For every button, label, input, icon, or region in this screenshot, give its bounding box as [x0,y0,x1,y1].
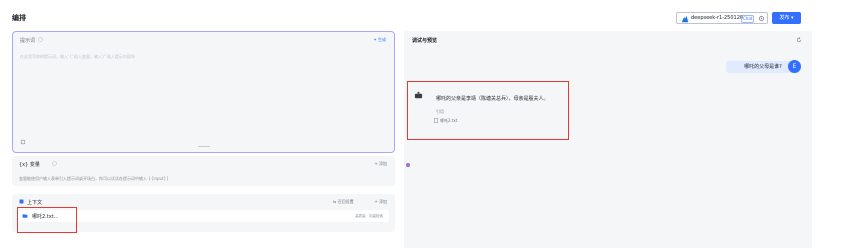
model-name: deepseek-r1-250120 [691,15,744,21]
variables-description: 变量能使用户输入表单引入提示词或开场白，你可以试试在提示词中输入 {{input… [19,176,169,181]
publish-button[interactable]: 发布 ▾ [772,12,801,24]
info-icon [52,161,57,166]
generate-prompt-button[interactable]: ✦ 生成 [373,37,386,43]
model-selector[interactable]: deepseek-r1-250120 Chat [676,12,768,24]
prompt-input[interactable]: 在这里写你的提示词，输入'{' 插入变量，输入'/' 插入提示内容块 [20,54,135,60]
context-highlight-box [17,207,77,233]
refresh-icon[interactable] [796,37,802,43]
prompt-label: 提示词 [20,38,36,44]
status-dot [406,163,410,167]
recall-settings-button[interactable]: ⇆ 召回设置 [333,199,354,205]
context-title: 上下文 [27,200,43,206]
add-context-button[interactable]: + 添加 [374,199,387,205]
variables-panel: {x} 变量 + 添加 变量能使用户输入表单引入提示词或开场白，你可以试试在提示… [12,156,395,186]
model-logo-icon [681,15,689,23]
variables-title: {x} 变量 [19,162,40,168]
model-settings-icon[interactable] [758,15,765,22]
resize-handle[interactable] [198,146,210,147]
answer-highlight-box [407,81,569,140]
preview-title: 调试与预览 [412,38,438,44]
add-variable-button[interactable]: + 添加 [374,161,387,167]
page-title: 编排 [12,14,26,22]
context-file-meta: 高质量 · 向量检索 [355,214,383,218]
prompt-panel[interactable]: 提示词 ✦ 生成 在这里写你的提示词，输入'{' 插入变量，输入'/' 插入提示… [12,31,395,153]
user-avatar: E [788,60,801,73]
info-icon [38,37,43,42]
model-mode-badge: Chat [741,15,755,23]
prompt-token-icon[interactable] [20,139,26,145]
context-icon [19,199,24,204]
